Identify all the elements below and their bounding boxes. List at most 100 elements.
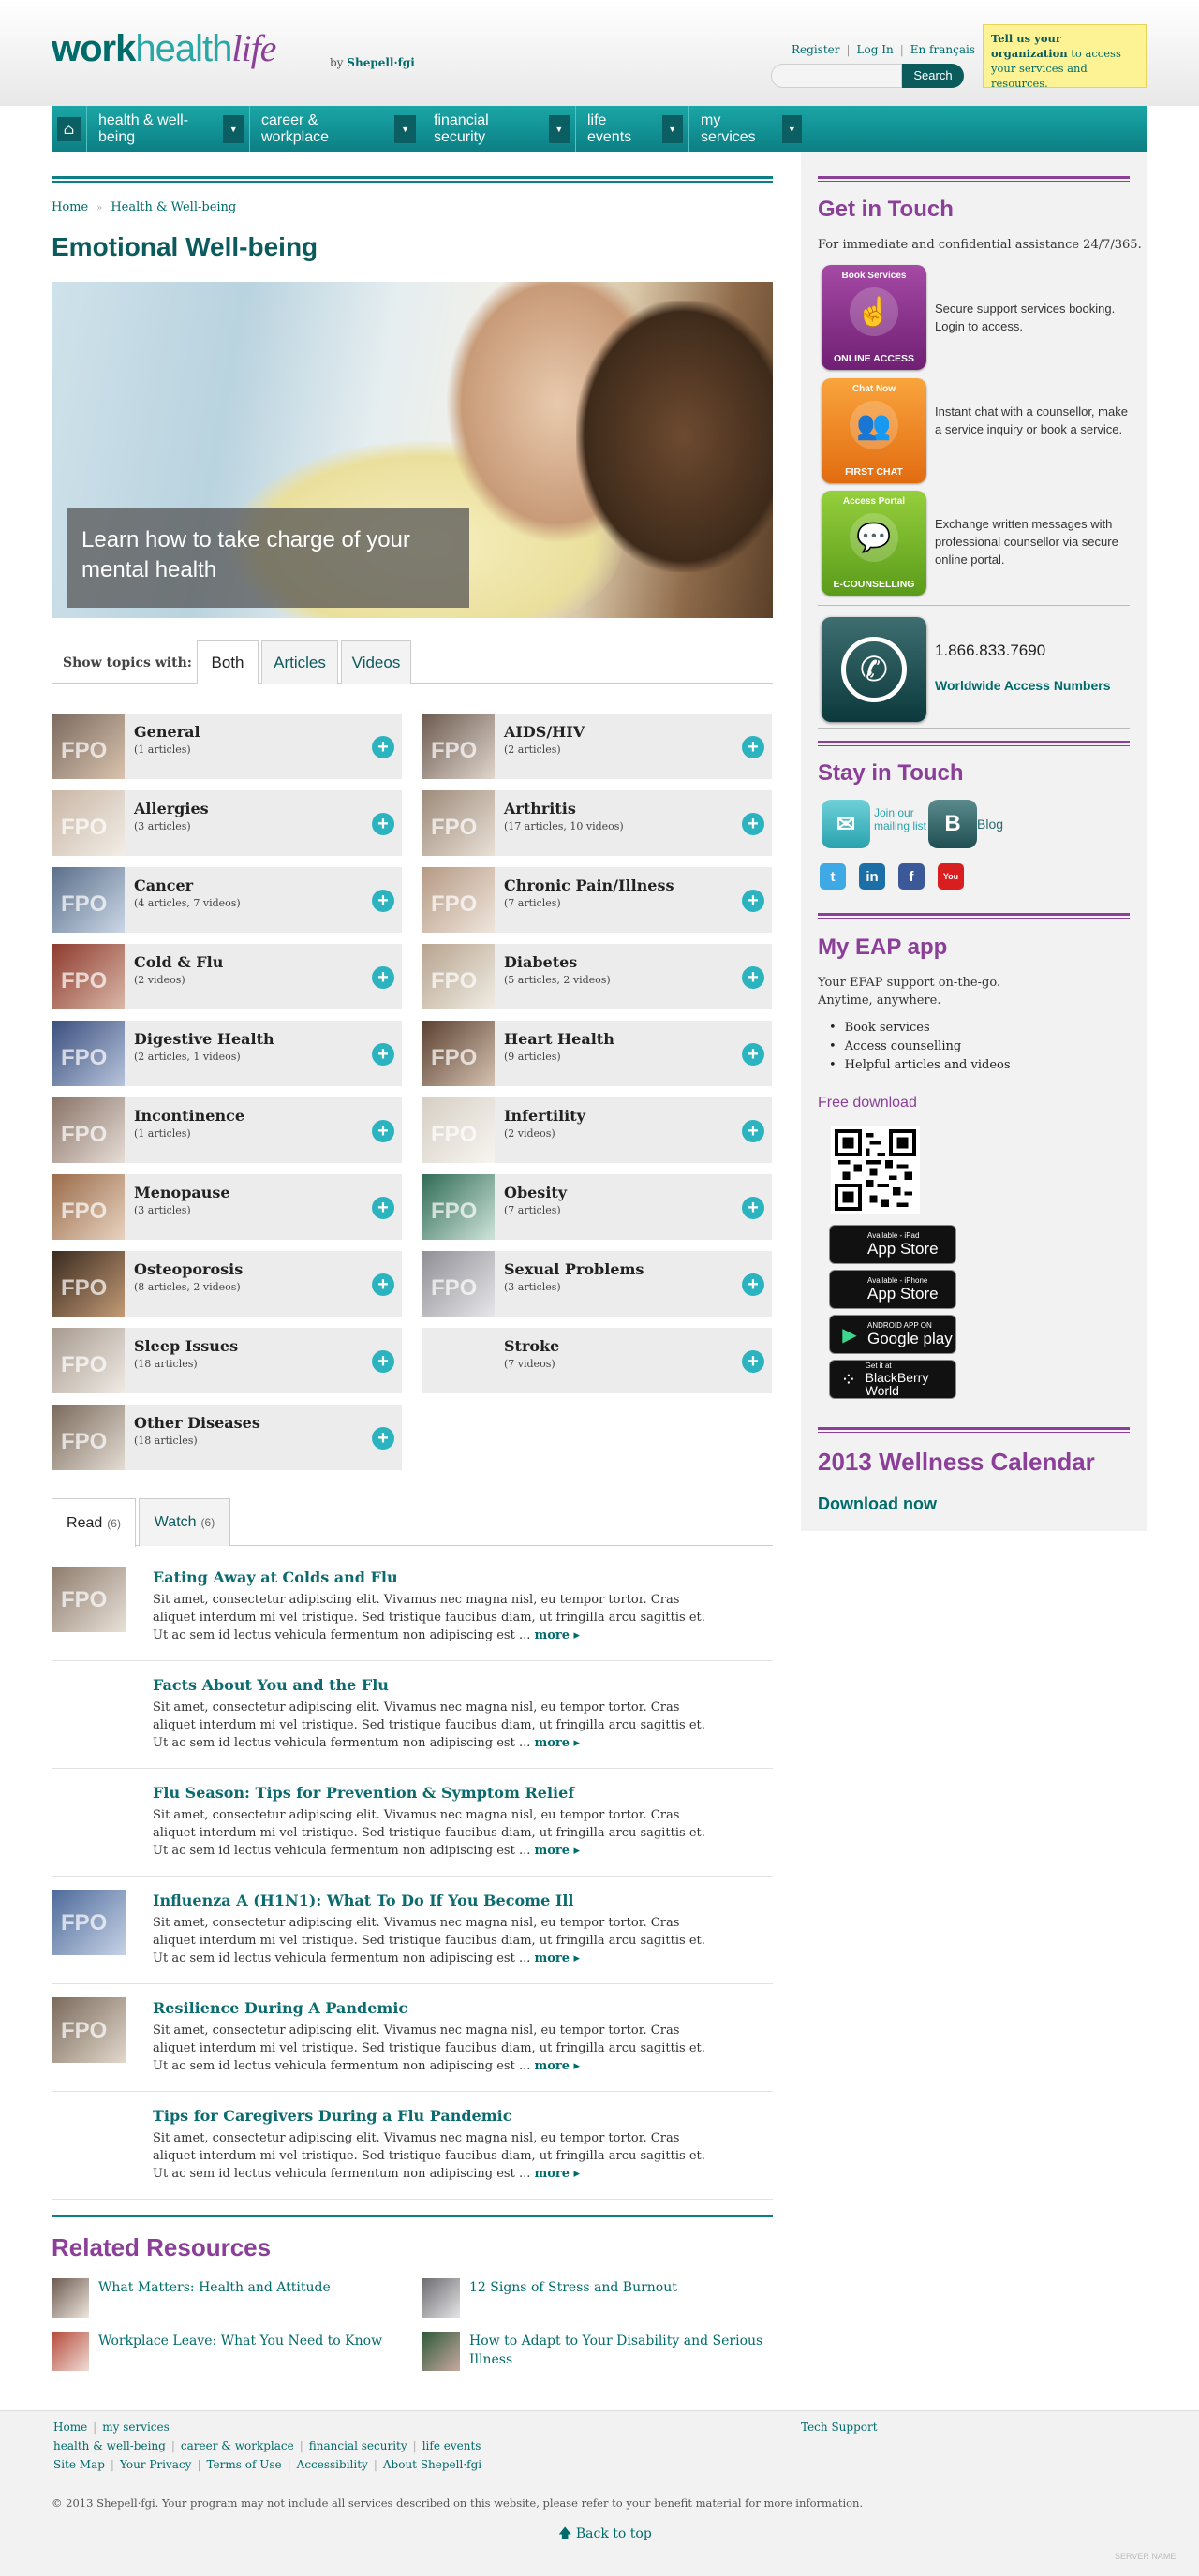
tab-articles[interactable]: Articles [261, 640, 338, 684]
chevron-down-icon[interactable]: ▼ [223, 114, 244, 143]
more-link[interactable]: more ▸ [534, 1844, 580, 1858]
related-link[interactable]: Workplace Leave: What You Need to Know [98, 2332, 407, 2350]
topic-card[interactable]: FPO Obesity (7 articles) + [422, 1174, 772, 1240]
plus-icon[interactable]: + [742, 1273, 764, 1296]
plus-icon[interactable]: + [742, 1043, 764, 1066]
book-services-button[interactable]: Book Services ☝ ONLINE ACCESS [822, 265, 926, 370]
related-item[interactable]: How to Adapt to Your Disability and Seri… [422, 2332, 778, 2373]
app-store-ipad-button[interactable]: Available - iPad App Store [829, 1225, 956, 1264]
topic-card[interactable]: FPO Cold & Flu (2 videos) + [52, 944, 402, 1009]
more-link[interactable]: more ▸ [534, 1951, 580, 1965]
topic-card[interactable]: FPO Allergies (3 articles) + [52, 790, 402, 856]
back-to-top-link[interactable]: 🡅 Back to top [558, 2524, 652, 2546]
article-title-link[interactable]: Resilience During A Pandemic [153, 1999, 407, 2017]
blog-icon[interactable]: B [928, 800, 977, 848]
plus-icon[interactable]: + [372, 1427, 394, 1450]
nav-home[interactable]: ⌂ [52, 106, 87, 152]
blog-link[interactable]: Blog [977, 817, 1003, 832]
nav-item-health[interactable]: health & well-being ▼ [87, 106, 250, 152]
related-item[interactable]: Workplace Leave: What You Need to Know [52, 2332, 407, 2373]
article-title-link[interactable]: Eating Away at Colds and Flu [153, 1568, 398, 1586]
plus-icon[interactable]: + [372, 1120, 394, 1142]
more-link[interactable]: more ▸ [534, 2167, 580, 2181]
tab-read[interactable]: Read (6) [52, 1498, 136, 1547]
plus-icon[interactable]: + [742, 1197, 764, 1219]
plus-icon[interactable]: + [372, 966, 394, 989]
related-link[interactable]: 12 Signs of Stress and Burnout [469, 2278, 778, 2297]
site-logo[interactable]: workhealthlife [52, 28, 276, 70]
topic-card[interactable]: FPO Chronic Pain/Illness (7 articles) + [422, 867, 772, 933]
plus-icon[interactable]: + [372, 813, 394, 835]
topic-card[interactable]: FPO Infertility (2 videos) + [422, 1097, 772, 1163]
more-link[interactable]: more ▸ [534, 1628, 580, 1642]
google-play-button[interactable]: ▶ ANDROID APP ON Google play [829, 1315, 956, 1354]
footer-link[interactable]: Terms of Use [206, 2458, 281, 2471]
topic-card[interactable]: Stroke (7 videos) + [422, 1328, 772, 1393]
footer-link[interactable]: Home [53, 2421, 87, 2434]
nav-item-financial[interactable]: financial security ▼ [422, 106, 576, 152]
topic-card[interactable]: FPO AIDS/HIV (2 articles) + [422, 714, 772, 779]
plus-icon[interactable]: + [372, 736, 394, 758]
facebook-icon[interactable]: f [898, 863, 925, 890]
topic-card[interactable]: FPO Menopause (3 articles) + [52, 1174, 402, 1240]
topic-card[interactable]: FPO Heart Health (9 articles) + [422, 1021, 772, 1086]
mail-icon[interactable]: ✉ [822, 800, 870, 848]
french-link[interactable]: En français [910, 43, 975, 56]
footer-link[interactable]: health & well-being [53, 2439, 166, 2452]
breadcrumb-home[interactable]: Home [52, 200, 88, 214]
related-item[interactable]: 12 Signs of Stress and Burnout [422, 2278, 778, 2319]
tab-watch[interactable]: Watch (6) [139, 1498, 230, 1546]
topic-card[interactable]: FPO Diabetes (5 articles, 2 videos) + [422, 944, 772, 1009]
download-calendar-link[interactable]: Download now [818, 1494, 937, 1514]
login-link[interactable]: Log In [857, 43, 894, 56]
footer-link[interactable]: Your Privacy [120, 2458, 191, 2471]
topic-card[interactable]: FPO Digestive Health (2 articles, 1 videos… [52, 1021, 402, 1086]
org-notice[interactable]: Tell us your organization to access your… [983, 24, 1147, 90]
hero-banner[interactable]: Learn how to take charge of your mental … [52, 282, 773, 618]
topic-card[interactable]: FPO Incontinence (1 articles) + [52, 1097, 402, 1163]
article-title-link[interactable]: Influenza A (H1N1): What To Do If You Be… [153, 1892, 573, 1909]
topic-card[interactable]: FPO Other Diseases (18 articles) + [52, 1405, 402, 1470]
plus-icon[interactable]: + [372, 1273, 394, 1296]
linkedin-icon[interactable]: in [859, 863, 885, 890]
qr-code-icon[interactable] [831, 1126, 920, 1214]
plus-icon[interactable]: + [372, 1350, 394, 1373]
footer-link[interactable]: life events [422, 2439, 481, 2452]
hero-caption[interactable]: Learn how to take charge of your mental … [67, 508, 469, 608]
search-button[interactable]: Search [902, 64, 964, 88]
phone-number[interactable]: 1.866.833.7690 [935, 641, 1045, 660]
plus-icon[interactable]: + [372, 1043, 394, 1066]
topic-card[interactable]: FPO Sleep Issues (18 articles) + [52, 1328, 402, 1393]
tech-support-link[interactable]: Tech Support [801, 2421, 878, 2434]
plus-icon[interactable]: + [742, 1350, 764, 1373]
plus-icon[interactable]: + [372, 1197, 394, 1219]
plus-icon[interactable]: + [742, 890, 764, 912]
tab-both[interactable]: Both [197, 640, 259, 684]
more-link[interactable]: more ▸ [534, 1736, 580, 1750]
article-title-link[interactable]: Flu Season: Tips for Prevention & Sympto… [153, 1784, 574, 1802]
more-link[interactable]: more ▸ [534, 2059, 580, 2073]
twitter-icon[interactable]: t [820, 863, 846, 890]
related-item[interactable]: What Matters: Health and Attitude [52, 2278, 407, 2319]
chevron-down-icon[interactable]: ▼ [548, 114, 570, 143]
chevron-down-icon[interactable]: ▼ [781, 114, 802, 143]
access-portal-button[interactable]: Access Portal 💬 E-COUNSELLING [822, 491, 926, 596]
blackberry-world-button[interactable]: ⁘ Get it at BlackBerry World [829, 1360, 956, 1399]
topic-card[interactable]: FPO General (1 articles) + [52, 714, 402, 779]
footer-link[interactable]: financial security [309, 2439, 407, 2452]
plus-icon[interactable]: + [742, 736, 764, 758]
related-link[interactable]: How to Adapt to Your Disability and Seri… [469, 2332, 778, 2369]
breadcrumb-current[interactable]: Health & Well-being [111, 200, 236, 214]
worldwide-numbers-link[interactable]: Worldwide Access Numbers [935, 678, 1111, 693]
app-store-iphone-button[interactable]: Available - iPhone App Store [829, 1270, 956, 1309]
footer-link[interactable]: Site Map [53, 2458, 105, 2471]
chevron-down-icon[interactable]: ▼ [394, 114, 416, 143]
article-title-link[interactable]: Facts About You and the Flu [153, 1676, 389, 1694]
footer-link[interactable]: my services [102, 2421, 170, 2434]
footer-link[interactable]: About Shepell·fgi [383, 2458, 481, 2471]
topic-card[interactable]: FPO Sexual Problems (3 articles) + [422, 1251, 772, 1317]
plus-icon[interactable]: + [742, 966, 764, 989]
plus-icon[interactable]: + [742, 813, 764, 835]
chevron-down-icon[interactable]: ▼ [661, 114, 683, 143]
tab-videos[interactable]: Videos [341, 640, 411, 684]
